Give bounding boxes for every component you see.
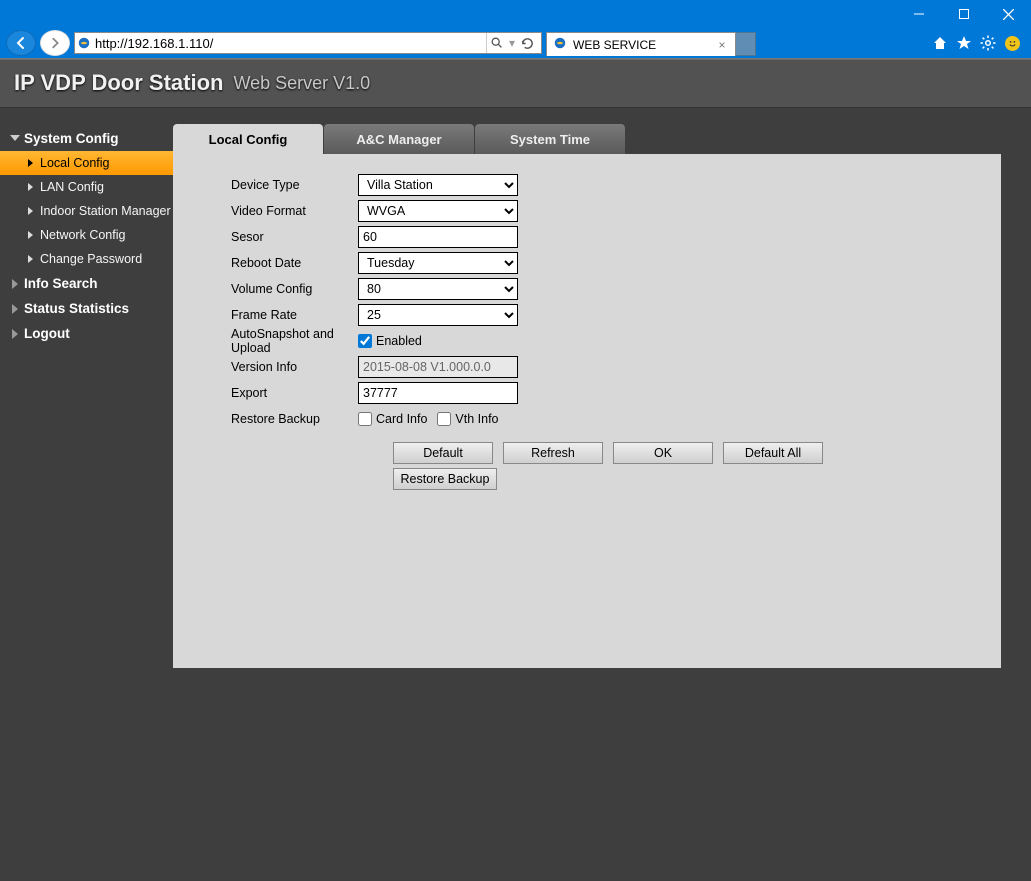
label-video-format: Video Format	[193, 204, 358, 218]
tab-close-button[interactable]: ×	[715, 38, 729, 52]
button-refresh[interactable]: Refresh	[503, 442, 603, 464]
input-version-info	[358, 356, 518, 378]
tab-title: WEB SERVICE	[573, 38, 656, 52]
label-reboot-date: Reboot Date	[193, 256, 358, 270]
new-tab-button[interactable]	[736, 32, 756, 56]
favorites-icon[interactable]	[955, 34, 973, 52]
button-default-all[interactable]: Default All	[723, 442, 823, 464]
ie-page-icon	[75, 36, 93, 50]
button-ok[interactable]: OK	[613, 442, 713, 464]
search-icon[interactable]	[487, 36, 507, 50]
product-subtitle: Web Server V1.0	[233, 73, 370, 94]
sidebar-section-status-statistics[interactable]: Status Statistics	[0, 296, 173, 321]
product-title: IP VDP Door Station	[14, 70, 223, 96]
sidebar-item-local-config[interactable]: Local Config	[0, 151, 173, 175]
button-default[interactable]: Default	[393, 442, 493, 464]
content-area: Local Config A&C Manager System Time Dev…	[173, 108, 1031, 881]
window-maximize-button[interactable]	[941, 0, 986, 28]
select-device-type[interactable]: Villa Station	[358, 174, 518, 196]
window-close-button[interactable]	[986, 0, 1031, 28]
url-input[interactable]	[93, 33, 486, 53]
label-sesor: Sesor	[193, 230, 358, 244]
select-volume-config[interactable]: 80	[358, 278, 518, 300]
input-export[interactable]	[358, 382, 518, 404]
sidebar-section-info-search[interactable]: Info Search	[0, 271, 173, 296]
label-frame-rate: Frame Rate	[193, 308, 358, 322]
browser-tab[interactable]: WEB SERVICE ×	[546, 32, 736, 56]
sidebar-section-logout[interactable]: Logout	[0, 321, 173, 346]
checkbox-autosnapshot[interactable]	[358, 334, 372, 348]
browser-toolbar: ▾ WEB SERVICE ×	[0, 28, 1031, 58]
nav-forward-button[interactable]	[40, 30, 70, 56]
feedback-smiley-icon[interactable]	[1003, 34, 1021, 52]
window-titlebar	[0, 0, 1031, 28]
label-restore-backup: Restore Backup	[193, 412, 358, 426]
window-minimize-button[interactable]	[896, 0, 941, 28]
refresh-icon[interactable]	[517, 36, 537, 51]
sidebar-section-system-config[interactable]: System Config	[0, 126, 173, 151]
sidebar-item-lan-config[interactable]: LAN Config	[0, 175, 173, 199]
sidebar: System Config Local Config LAN Config In…	[0, 108, 173, 881]
checkbox-card-info[interactable]	[358, 412, 372, 426]
home-icon[interactable]	[931, 34, 949, 52]
tab-system-time[interactable]: System Time	[475, 124, 625, 154]
ie-page-icon	[553, 36, 567, 53]
separator: ▾	[509, 36, 515, 50]
tab-local-config[interactable]: Local Config	[173, 124, 323, 154]
tab-ac-manager[interactable]: A&C Manager	[324, 124, 474, 154]
settings-icon[interactable]	[979, 34, 997, 52]
input-sesor[interactable]	[358, 226, 518, 248]
select-frame-rate[interactable]: 25	[358, 304, 518, 326]
label-version-info: Version Info	[193, 360, 358, 374]
page-header: IP VDP Door Station Web Server V1.0	[0, 58, 1031, 108]
label-volume-config: Volume Config	[193, 282, 358, 296]
label-autosnapshot: AutoSnapshot and Upload	[193, 327, 358, 355]
address-bar[interactable]: ▾	[74, 32, 542, 54]
select-reboot-date[interactable]: Tuesday	[358, 252, 518, 274]
checkbox-vth-info[interactable]	[437, 412, 451, 426]
button-restore-backup[interactable]: Restore Backup	[393, 468, 497, 490]
label-export: Export	[193, 386, 358, 400]
label-device-type: Device Type	[193, 178, 358, 192]
config-panel: Device Type Villa Station Video Format W…	[173, 154, 1001, 668]
sidebar-item-indoor-station-manager[interactable]: Indoor Station Manager	[0, 199, 173, 223]
sidebar-item-change-password[interactable]: Change Password	[0, 247, 173, 271]
select-video-format[interactable]: WVGA	[358, 200, 518, 222]
label-vth-info: Vth Info	[455, 412, 498, 426]
nav-back-button[interactable]	[6, 30, 36, 56]
label-enabled: Enabled	[376, 334, 422, 348]
sidebar-item-network-config[interactable]: Network Config	[0, 223, 173, 247]
label-card-info: Card Info	[376, 412, 427, 426]
